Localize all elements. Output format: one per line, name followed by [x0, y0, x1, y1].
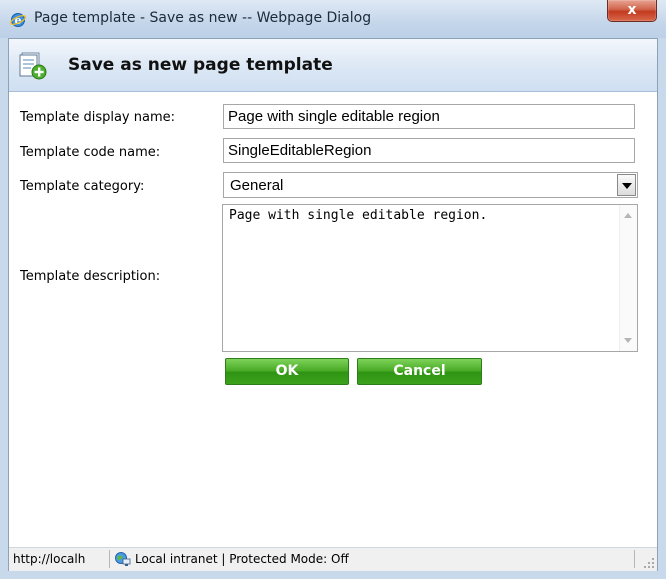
dialog-client-area: Save as new page template Template displ… [8, 38, 658, 571]
page-template-add-icon [19, 52, 47, 80]
category-select[interactable]: General [223, 172, 638, 198]
local-intranet-icon [115, 552, 131, 566]
scroll-down-icon[interactable] [620, 332, 637, 349]
close-button[interactable]: x [607, 0, 657, 22]
status-divider-right [634, 550, 635, 568]
code-name-input[interactable] [223, 138, 635, 163]
display-name-input[interactable] [223, 104, 635, 129]
ok-button[interactable]: OK [225, 358, 349, 385]
code-name-label: Template code name: [20, 145, 161, 160]
resize-grip-icon[interactable] [643, 557, 655, 569]
cancel-button[interactable]: Cancel [357, 358, 482, 385]
chevron-down-icon[interactable] [617, 174, 636, 196]
category-selected-value: General [230, 177, 284, 194]
description-label: Template description: [20, 269, 161, 284]
description-scrollbar[interactable] [619, 205, 637, 351]
display-name-label: Template display name: [20, 110, 175, 125]
description-text: Page with single editable region. [229, 208, 488, 223]
security-zone-text: Local intranet | Protected Mode: Off [135, 552, 349, 566]
status-divider [109, 550, 110, 568]
scroll-up-icon[interactable] [620, 207, 637, 224]
window-title: Page template - Save as new -- Webpage D… [34, 10, 372, 26]
internet-explorer-icon: e [10, 13, 26, 27]
description-textarea[interactable]: Page with single editable region. [222, 204, 638, 352]
status-url: http://localh [13, 552, 86, 566]
close-icon: x [627, 2, 637, 18]
dialog-header: Save as new page template [9, 39, 657, 92]
category-label: Template category: [20, 179, 145, 194]
title-bar[interactable]: e Page template - Save as new -- Webpage… [0, 0, 666, 38]
status-bar: http://localh Local intranet | Protected… [9, 547, 657, 571]
page-title: Save as new page template [68, 55, 333, 75]
